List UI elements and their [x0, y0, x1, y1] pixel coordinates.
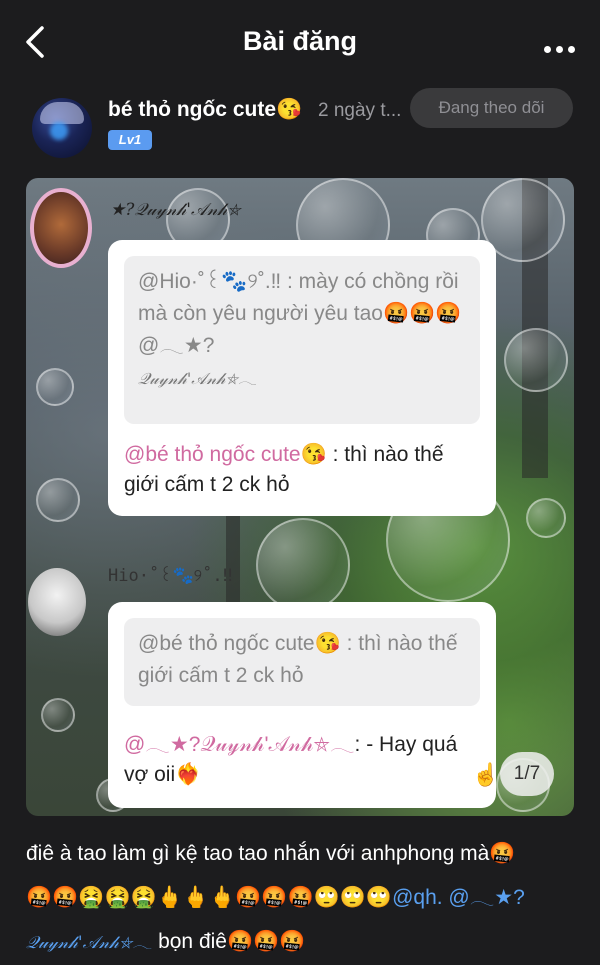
reply-text: @𓂃★?𝒬𝓊𝓎𝓃𝒽'𝒜𝓃𝒽⛤𓂃: - Hay quá vợ oii❤️‍🔥: [124, 733, 458, 786]
pointer-hand-icon: ☝: [472, 762, 500, 787]
post-image[interactable]: ★?𝒬𝓊𝓎𝓃𝒽'𝒜𝓃𝒽⛤ @Hio·˚꒰🐾୨˚.‼ : mày có chồng…: [26, 178, 574, 816]
mention-link[interactable]: 𝒬𝓊𝓎𝓃𝒽'𝒜𝓃𝒽⛤𓂃: [26, 933, 152, 953]
comment-card: @bé thỏ ngốc cute😘 : thì nào thế giới cấ…: [108, 602, 496, 808]
image-counter: 1/7: [500, 752, 554, 796]
author-name[interactable]: bé thỏ ngốc cute😘: [108, 98, 302, 122]
commenter-avatar: [28, 568, 86, 636]
following-button[interactable]: Đang theo dõi: [410, 88, 573, 128]
comment-card: @Hio·˚꒰🐾୨˚.‼ : mày có chồng rồi mà còn y…: [108, 240, 496, 516]
more-horizontal-icon: [544, 46, 551, 53]
caption-line: 🤬🤬🤮🤮🤮🖕🖕🖕🤬🤬🤬🙄🙄🙄@qh. @𓂃★?: [26, 886, 525, 909]
reply-text: @bé thỏ ngốc cute😘 : thì nào thế giới cấ…: [124, 443, 444, 496]
post-time: 2 ngày t...: [318, 100, 402, 121]
quoted-comment: @Hio·˚꒰🐾୨˚.‼ : mày có chồng rồi mà còn y…: [124, 256, 480, 424]
level-badge: Lv1: [108, 130, 152, 150]
quoted-comment: @bé thỏ ngốc cute😘 : thì nào thế giới cấ…: [124, 618, 480, 706]
page-title: Bài đăng: [242, 26, 357, 56]
commenter-name: Hio·˚꒰🐾୨˚.‼: [108, 566, 233, 586]
mention-link[interactable]: @qh.: [392, 886, 443, 909]
mention-link[interactable]: @𓂃★?: [443, 886, 524, 909]
post-caption: điê à tao làm gì kệ tao tao nhắn với anh…: [26, 832, 576, 965]
author-avatar[interactable]: [32, 98, 92, 158]
caption-line: điê à tao làm gì kệ tao tao nhắn với anh…: [26, 842, 516, 865]
top-bar: Bài đăng: [0, 0, 600, 86]
more-options-button[interactable]: [544, 40, 580, 53]
post-author-row: bé thỏ ngốc cute😘 2 ngày t... Lv1 Đang t…: [0, 86, 600, 162]
commenter-avatar: [30, 188, 92, 268]
commenter-name: ★?𝒬𝓊𝓎𝓃𝒽'𝒜𝓃𝒽⛤: [110, 200, 241, 220]
caption-line: 𝒬𝓊𝓎𝓃𝒽'𝒜𝓃𝒽⛤𓂃 bọn điê🤬🤬🤬: [26, 930, 306, 953]
